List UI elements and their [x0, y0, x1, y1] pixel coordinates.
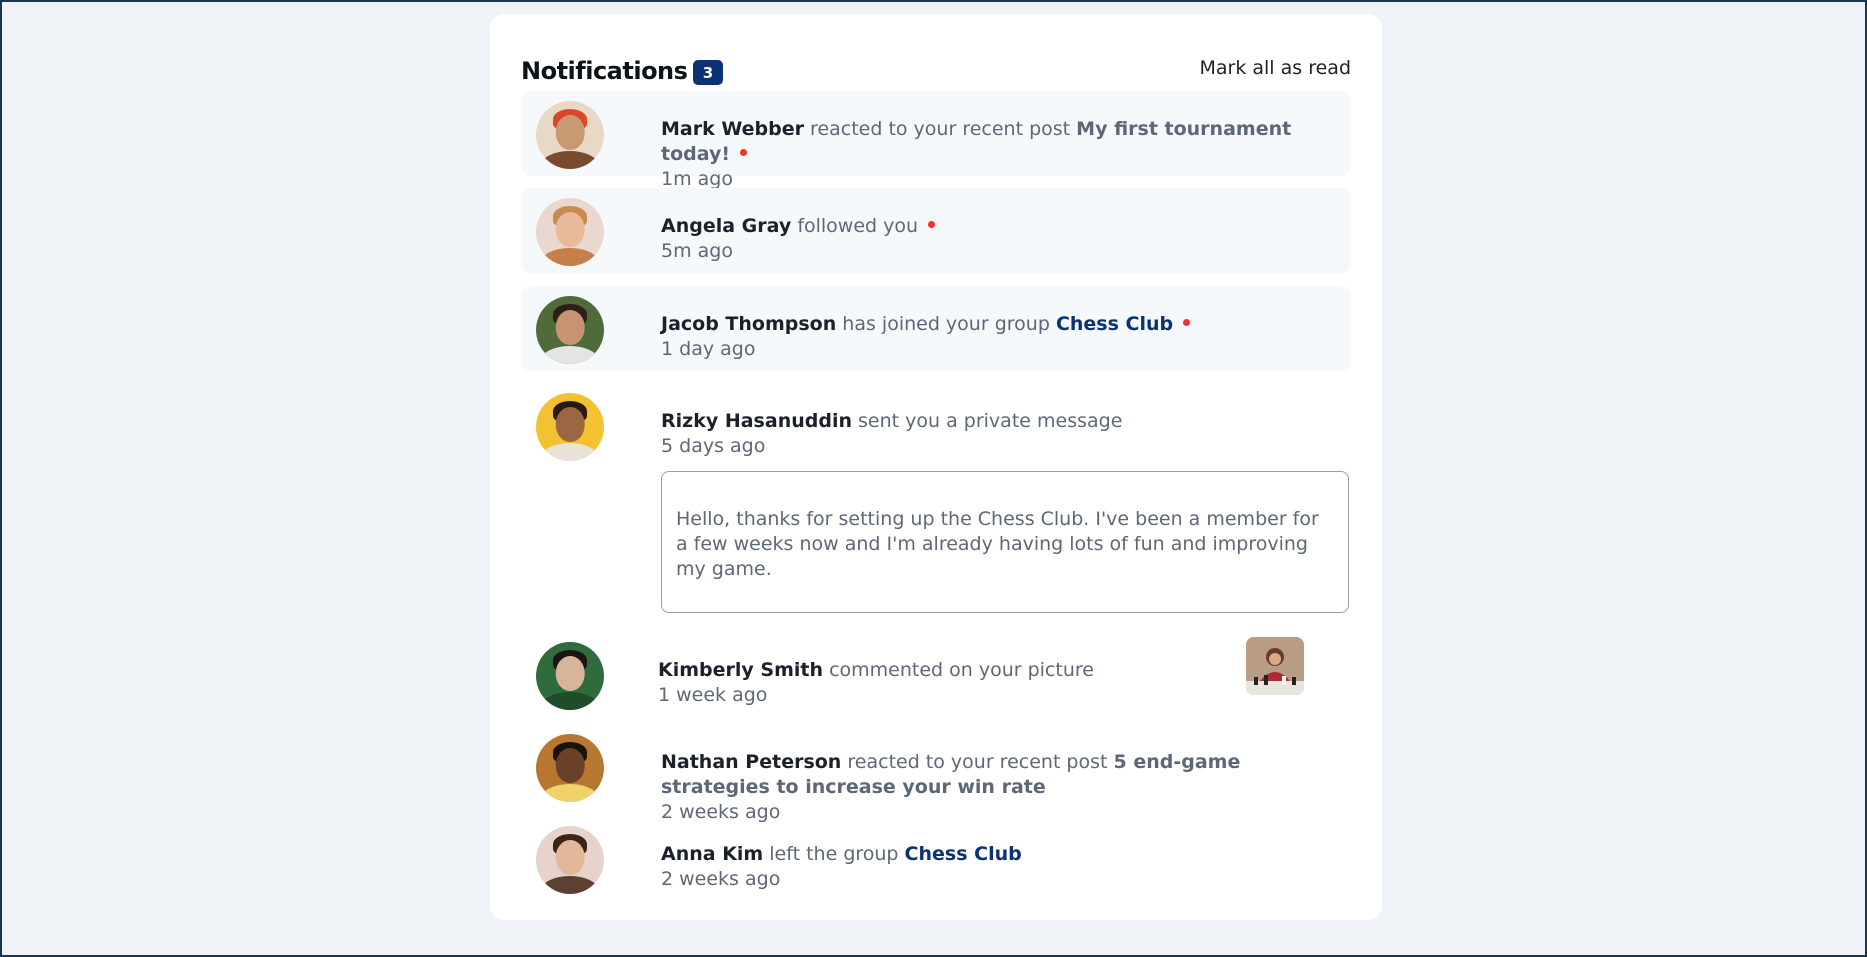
page-title: Notifications [521, 57, 688, 85]
user-name-link[interactable]: Angela Gray [661, 215, 791, 237]
chess-picture-thumbnail-icon[interactable] [1246, 637, 1304, 695]
mark-all-as-read-button[interactable]: Mark all as read [1200, 57, 1352, 79]
notification-item[interactable]: Angela Gray followed you 5m ago [521, 188, 1351, 273]
user-name-link[interactable]: Anna Kim [661, 843, 763, 865]
notification-time: 1 day ago [661, 338, 756, 360]
notification-item[interactable]: Mark Webber reacted to your recent post … [521, 91, 1351, 190]
notification-action: sent you a private message [858, 410, 1123, 432]
user-name-link[interactable]: Kimberly Smith [658, 659, 823, 681]
notification-item[interactable]: Rizky Hasanuddin sent you a private mess… [521, 383, 1351, 468]
notification-time: 5m ago [661, 240, 733, 262]
unread-dot-icon [740, 149, 748, 156]
notification-action: reacted to your recent post [810, 118, 1071, 140]
notification-action: has joined your group [842, 313, 1050, 335]
notification-action: commented on your picture [829, 659, 1094, 681]
user-name-link[interactable]: Rizky Hasanuddin [661, 410, 852, 432]
avatar-kimberly-smith-icon[interactable] [536, 642, 604, 710]
avatar-rizky-hasanuddin-icon[interactable] [536, 393, 604, 461]
avatar-anna-kim-icon[interactable] [536, 826, 604, 894]
group-link[interactable]: Chess Club [1056, 313, 1173, 335]
user-name-link[interactable]: Jacob Thompson [661, 313, 836, 335]
unread-count-badge: 3 [693, 60, 723, 85]
notification-time: 1 week ago [658, 684, 768, 706]
user-name-link[interactable]: Mark Webber [661, 118, 804, 140]
notification-text: Mark Webber reacted to your recent post … [661, 117, 1341, 192]
notification-item[interactable]: Kimberly Smith commented on your picture… [521, 632, 1351, 717]
avatar-nathan-peterson-icon[interactable] [536, 734, 604, 802]
unread-dot-icon [1183, 319, 1191, 326]
avatar-angela-gray-icon[interactable] [536, 198, 604, 266]
notification-item[interactable]: Jacob Thompson has joined your group Che… [521, 286, 1351, 371]
private-message-box[interactable]: Hello, thanks for setting up the Chess C… [661, 471, 1349, 613]
avatar-jacob-thompson-icon[interactable] [536, 296, 604, 364]
unread-dot-icon [928, 221, 936, 228]
notification-item[interactable]: Anna Kim left the group Chess Club 2 wee… [521, 816, 1351, 901]
group-link[interactable]: Chess Club [905, 843, 1022, 865]
notification-text: Rizky Hasanuddin sent you a private mess… [661, 409, 1341, 459]
notification-text: Angela Gray followed you 5m ago [661, 214, 1341, 264]
notification-time: 2 weeks ago [661, 868, 781, 890]
notifications-header: Notifications 3 Mark all as read [521, 48, 1351, 88]
notification-text: Jacob Thompson has joined your group Che… [661, 312, 1341, 362]
notification-action: reacted to your recent post [847, 751, 1108, 773]
notification-action: followed you [797, 215, 919, 237]
notifications-card: Notifications 3 Mark all as read Mark We… [490, 14, 1382, 920]
chess-picture-icon [1246, 637, 1304, 695]
notification-text: Kimberly Smith commented on your picture… [658, 658, 1341, 708]
notification-action: left the group [769, 843, 899, 865]
avatar-mark-webber-icon[interactable] [536, 101, 604, 169]
notification-time: 5 days ago [661, 435, 766, 457]
notification-text: Anna Kim left the group Chess Club 2 wee… [661, 842, 1341, 892]
user-name-link[interactable]: Nathan Peterson [661, 751, 841, 773]
notification-text: Nathan Peterson reacted to your recent p… [661, 750, 1341, 825]
